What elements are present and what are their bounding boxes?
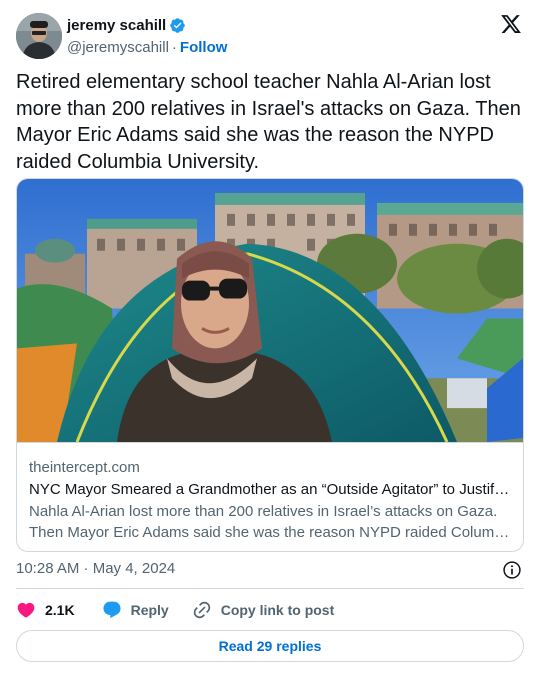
- link-description-line-1: Nahla Al-Arian lost more than 200 relati…: [29, 503, 498, 520]
- copy-link-label: Copy link to post: [220, 602, 335, 618]
- author-handle[interactable]: @jeremyscahill: [67, 39, 169, 56]
- embedded-post: jeremy scahill @jeremyscahill · Follow R…: [0, 0, 540, 677]
- read-replies-button[interactable]: Read 29 replies: [16, 630, 524, 662]
- link-domain: theintercept.com: [29, 459, 140, 476]
- author-handle-row: @jeremyscahill · Follow: [67, 37, 227, 57]
- avatar[interactable]: [16, 13, 62, 59]
- reply-label: Reply: [130, 602, 169, 618]
- link-icon: [193, 601, 210, 619]
- info-icon[interactable]: [502, 560, 522, 580]
- link-preview-meta: theintercept.com NYC Mayor Smeared a Gra…: [29, 458, 513, 543]
- author-name-row: jeremy scahill: [67, 16, 227, 35]
- reply-button[interactable]: Reply: [102, 600, 169, 620]
- x-logo-icon[interactable]: [500, 13, 522, 35]
- link-description-line-2: Then Mayor Eric Adams said she was the r…: [29, 524, 513, 541]
- post-timestamp[interactable]: 10:28 AM · May 4, 2024: [16, 559, 175, 579]
- verified-badge-icon: [170, 18, 185, 33]
- post-text: Retired elementary school teacher Nahla …: [16, 71, 521, 173]
- speech-bubble-icon: [103, 601, 121, 619]
- divider: [16, 588, 524, 589]
- author-block: jeremy scahill @jeremyscahill · Follow: [67, 16, 227, 57]
- link-preview-image: [17, 179, 523, 443]
- link-title: NYC Mayor Smeared a Grandmother as an “O…: [29, 481, 513, 498]
- heart-icon: [17, 602, 35, 618]
- like-button[interactable]: 2.1K: [16, 600, 75, 620]
- avatar-photo: [16, 13, 62, 59]
- like-count: 2.1K: [45, 602, 75, 618]
- separator-dot: ·: [171, 38, 177, 56]
- action-bar: 2.1K Reply Copy link to post: [16, 598, 334, 622]
- link-preview-card[interactable]: theintercept.com NYC Mayor Smeared a Gra…: [16, 178, 524, 552]
- author-name[interactable]: jeremy scahill: [67, 17, 166, 34]
- link-description: Nahla Al-Arian lost more than 200 relati…: [29, 501, 513, 543]
- copy-link-button[interactable]: Copy link to post: [192, 600, 335, 620]
- follow-button[interactable]: Follow: [180, 39, 228, 56]
